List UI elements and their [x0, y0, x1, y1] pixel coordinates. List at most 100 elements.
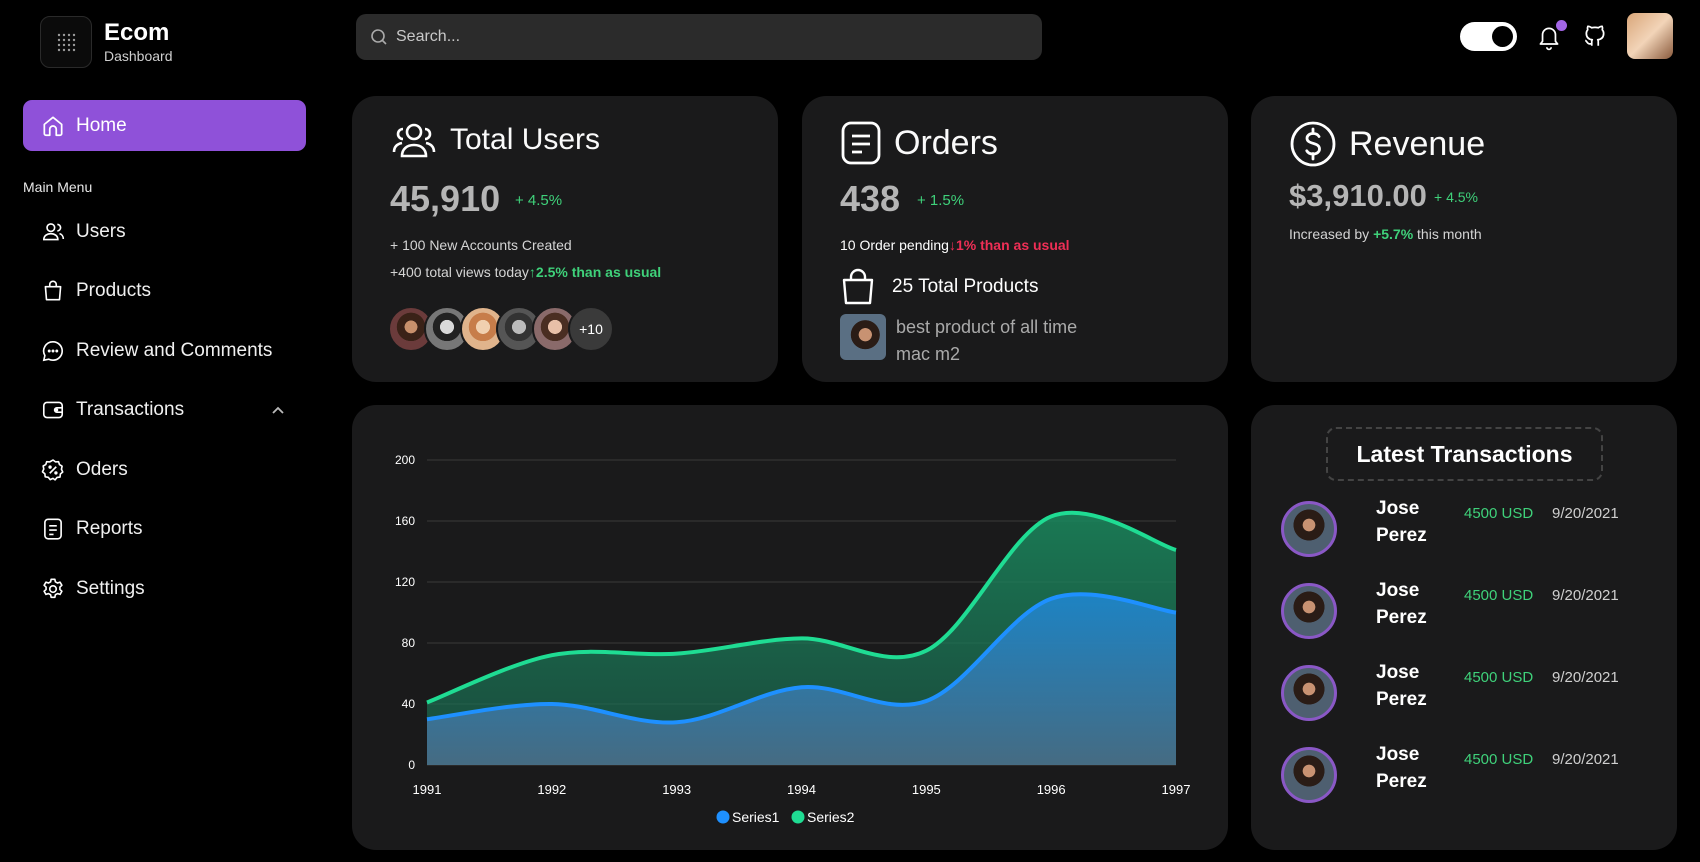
sidebar-item-reports[interactable]: Reports: [23, 500, 306, 560]
revenue-value: $3,910.00: [1289, 178, 1427, 213]
pending-text: 10 Order pending↓1% than as usual: [840, 237, 1070, 253]
total-users-change: + 4.5%: [515, 192, 563, 209]
area-chart-card: 0 40 80 120 160 200 1991 1992 1993 1994 1995 1996 1…: [352, 405, 1228, 850]
x-tick-label: 1996: [1037, 782, 1066, 797]
note-suffix: this month: [1417, 226, 1482, 242]
transaction-date: 9/20/2021: [1552, 505, 1619, 522]
avatar-group[interactable]: +10: [388, 306, 614, 352]
dashboard-app: Ecom Dashboard Home Main Menu Users Prod…: [0, 0, 1700, 862]
sidebar-item-label: Reports: [76, 518, 143, 540]
x-tick-label: 1995: [912, 782, 941, 797]
transaction-row[interactable]: Jose Perez 4500 USD 9/20/2021: [1281, 577, 1661, 647]
y-tick-label: 160: [395, 514, 415, 528]
pending-highlight: 1% than as usual: [955, 237, 1070, 253]
product-thumbnail: [840, 314, 886, 360]
pending-prefix: 10 Order pending: [840, 237, 949, 253]
search-input[interactable]: [396, 28, 996, 46]
card-title: Total Users: [450, 123, 601, 156]
avatars-more-badge: +10: [568, 306, 614, 352]
transaction-amount: 4500 USD: [1464, 587, 1534, 604]
total-products-row: 25 Total Products: [840, 268, 1038, 306]
notification-dot: [1556, 20, 1567, 31]
avatar: [1281, 501, 1337, 557]
sidebar-item-users[interactable]: Users: [23, 202, 306, 262]
sidebar-item-reviews[interactable]: Review and Comments: [23, 321, 306, 381]
product-description: best product of all time mac m2: [896, 317, 1078, 364]
theme-toggle[interactable]: [1460, 22, 1517, 51]
avatar: [1281, 583, 1337, 639]
latest-transactions-card: Latest Transactions Jose Perez 4500 USD …: [1251, 405, 1677, 850]
bag-icon: [44, 280, 62, 301]
sidebar-item-products[interactable]: Products: [23, 262, 306, 322]
dollar-circle-icon: [1290, 121, 1336, 167]
card-title: Orders: [894, 123, 998, 162]
legend-label: Series2: [807, 809, 855, 825]
transaction-name: Jose Perez: [1376, 498, 1427, 546]
transaction-date: 9/20/2021: [1552, 669, 1619, 686]
y-tick-label: 80: [402, 636, 416, 650]
search-icon: [371, 29, 387, 45]
arrow-up-icon: ↑: [528, 264, 536, 280]
sidebar-item-label: Oders: [76, 458, 128, 480]
latest-transactions-title[interactable]: Latest Transactions: [1326, 427, 1603, 481]
discount-badge-icon: [41, 458, 64, 481]
transaction-amount: 4500 USD: [1464, 669, 1534, 686]
transaction-row[interactable]: Jose Perez 4500 USD 9/20/2021: [1281, 495, 1661, 565]
revenue-change: + 4.5%: [1434, 189, 1478, 205]
transaction-date: 9/20/2021: [1552, 751, 1619, 768]
transaction-name: Jose Perez: [1376, 662, 1427, 710]
area-chart: 0 40 80 120 160 200 1991 1992 1993 1994 1995 1996 1…: [395, 453, 1191, 825]
report-icon: [841, 121, 881, 165]
grid-dots-icon: [40, 16, 92, 68]
y-tick-label: 40: [402, 697, 416, 711]
chat-icon: [42, 340, 64, 361]
transaction-row[interactable]: Jose Perez 4500 USD 9/20/2021: [1281, 659, 1661, 729]
brand[interactable]: Ecom Dashboard: [40, 16, 173, 68]
sidebar-item-settings[interactable]: Settings: [23, 559, 306, 619]
total-products-label: 25 Total Products: [892, 276, 1039, 297]
transaction-row[interactable]: Jose Perez 4500 USD 9/20/2021: [1281, 741, 1661, 811]
note-highlight: +5.7%: [1373, 226, 1414, 242]
gear-icon: [43, 578, 63, 598]
transaction-amount: 4500 USD: [1464, 751, 1534, 768]
avatar: [1281, 665, 1337, 721]
sidebar-item-label: Users: [76, 220, 126, 242]
transaction-date: 9/20/2021: [1552, 587, 1619, 604]
chevron-up-icon[interactable]: [270, 403, 286, 419]
x-tick-label: 1991: [413, 782, 442, 797]
orders-card: Orders 438 + 1.5% 10 Order pending↓1% th…: [802, 96, 1228, 382]
sidebar-item-label: Transactions: [76, 399, 185, 421]
transaction-name: Jose Perez: [1376, 744, 1427, 792]
views-text: +400 total views today↑2.5% than as usua…: [390, 264, 661, 280]
search-bar[interactable]: [356, 14, 1042, 60]
brand-title: Ecom: [104, 19, 170, 46]
sidebar-item-label: Review and Comments: [76, 339, 273, 361]
home-icon: [43, 115, 63, 136]
y-tick-label: 120: [395, 575, 415, 589]
sidebar-item-home[interactable]: Home: [23, 100, 306, 151]
sidebar-item-oders[interactable]: Oders: [23, 440, 306, 500]
orders-change: + 1.5%: [917, 192, 965, 209]
user-avatar[interactable]: [1627, 13, 1673, 59]
views-highlight: 2.5% than as usual: [535, 264, 662, 280]
total-users-card: Total Users 45,910 + 4.5% + 100 New Acco…: [352, 96, 778, 382]
sidebar-nav: Users Products Review and Comments Trans…: [23, 202, 306, 619]
legend-swatch: [791, 810, 805, 824]
github-icon[interactable]: [1582, 23, 1608, 49]
brand-subtitle: Dashboard: [104, 48, 173, 64]
sidebar-item-transactions[interactable]: Transactions: [23, 381, 306, 441]
toggle-knob: [1492, 26, 1513, 47]
transaction-name: Jose Perez: [1376, 580, 1427, 628]
orders-value: 438: [840, 178, 901, 219]
main-menu-label: Main Menu: [23, 179, 93, 195]
arrow-down-icon: ↓: [948, 237, 956, 253]
y-tick-label: 200: [395, 453, 415, 467]
sidebar-item-label: Products: [76, 280, 151, 302]
y-tick-label: 0: [408, 758, 415, 772]
avatar: [1281, 747, 1337, 803]
total-users-value: 45,910: [390, 178, 501, 219]
views-prefix: +400 total views today: [390, 264, 529, 280]
note-prefix: Increased by: [1289, 226, 1370, 242]
x-tick-label: 1997: [1162, 782, 1191, 797]
product-highlight[interactable]: best product of all time mac m2: [840, 314, 1116, 368]
